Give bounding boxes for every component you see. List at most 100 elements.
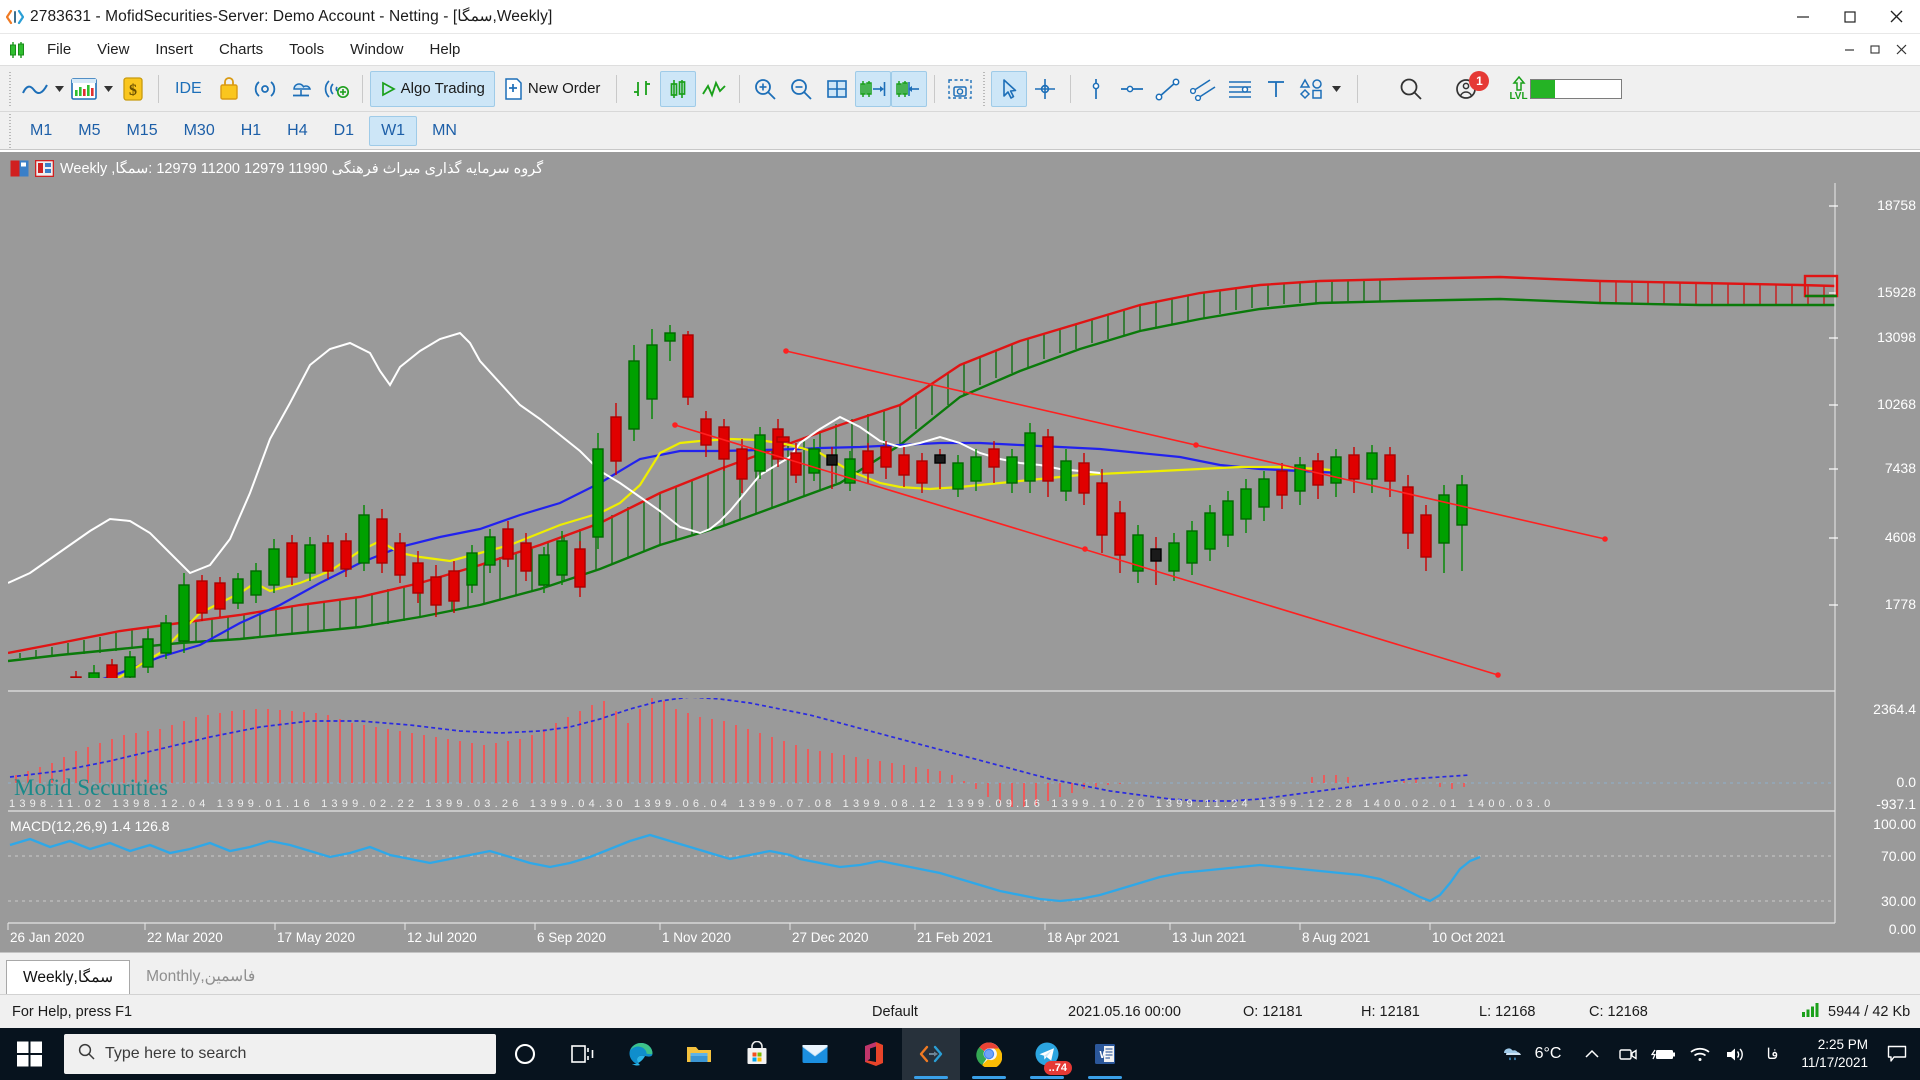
zoom-out-icon[interactable] (783, 71, 819, 107)
toolbar-separator (1070, 74, 1072, 103)
timeframe-d1[interactable]: D1 (323, 117, 365, 145)
trendline-icon[interactable] (1150, 71, 1186, 107)
tile-windows-icon[interactable] (819, 71, 855, 107)
date-tick-10: 8 Aug 2021 (1302, 930, 1371, 945)
price-tick-4608: 4608 (1884, 529, 1916, 545)
timeframe-m5[interactable]: M5 (67, 117, 111, 145)
system-tray: 6°C فا 2:25 PM 11/17/2021 (1493, 1028, 1920, 1080)
mdi-minimize-button[interactable] (1836, 37, 1862, 63)
price-chart-svg (7, 183, 1839, 930)
vertical-line-icon[interactable] (1078, 71, 1114, 107)
file-explorer-icon[interactable] (670, 1028, 728, 1080)
chart-shift-icon[interactable] (891, 70, 928, 107)
timeframe-grip[interactable] (7, 113, 14, 148)
drawing-toolbar-grip[interactable] (981, 71, 989, 106)
weather-widget[interactable]: 6°C (1493, 1041, 1574, 1068)
word-icon[interactable]: W (1076, 1028, 1134, 1080)
status-datetime: 2021.05.16 00:00 (1068, 1003, 1181, 1020)
chart-window-dropdown-caret-icon[interactable] (102, 85, 115, 92)
algo-trading-button[interactable]: Algo Trading (369, 70, 495, 107)
clock[interactable]: 2:25 PM 11/17/2021 (1791, 1036, 1878, 1072)
shapes-dropdown-caret-icon[interactable] (1330, 85, 1343, 92)
price-tick-1778: 1778 (1884, 596, 1916, 612)
chart-area[interactable]: گروه سرمایه گذاری میراث فرهنگی 11990 129… (0, 152, 1920, 981)
cursor-icon[interactable] (991, 70, 1028, 107)
shapes-icon[interactable] (1294, 71, 1330, 107)
wifi-icon[interactable] (1683, 1028, 1717, 1080)
menu-item-view[interactable]: View (84, 38, 142, 61)
microsoft-store-icon[interactable] (728, 1028, 786, 1080)
line-mode-icon[interactable] (696, 71, 732, 107)
timeframe-toolbar: M1 M5 M15 M30 H1 H4 D1 W1 MN (0, 112, 1920, 150)
algo-trading-label: Algo Trading (400, 80, 485, 97)
edge-icon[interactable] (612, 1028, 670, 1080)
timeframe-h4[interactable]: H4 (276, 117, 318, 145)
mail-icon[interactable] (786, 1028, 844, 1080)
volume-icon[interactable] (1719, 1028, 1753, 1080)
date-tick-0: 26 Jan 2020 (10, 930, 85, 945)
menu-item-tools[interactable]: Tools (276, 38, 337, 61)
toolbar-grip[interactable] (7, 71, 14, 106)
mdi-close-button[interactable] (1888, 37, 1914, 63)
screenshot-icon[interactable] (942, 71, 978, 107)
timeframe-w1[interactable]: W1 (369, 115, 418, 146)
search-icon[interactable] (1393, 71, 1429, 107)
signal-strength-icon (1802, 1002, 1821, 1021)
menu-item-charts[interactable]: Charts (206, 38, 276, 61)
timeframe-m1[interactable]: M1 (19, 117, 63, 145)
price-tick-13098: 13098 (1877, 329, 1916, 345)
menu-item-window[interactable]: Window (337, 38, 416, 61)
zoom-in-icon[interactable] (747, 71, 783, 107)
signals-icon[interactable] (247, 71, 283, 107)
close-button[interactable] (1873, 0, 1920, 34)
chart-tab-weekly[interactable]: سمگا,Weekly (6, 960, 131, 995)
mdi-restore-button[interactable] (1862, 37, 1888, 63)
copy-trading-icon[interactable] (319, 71, 355, 107)
chrome-icon[interactable] (960, 1028, 1018, 1080)
chart-tab-monthly[interactable]: فاسمین,Monthly (130, 960, 271, 994)
ide-button[interactable]: IDE (166, 71, 211, 107)
candlestick-chart-icon[interactable] (660, 70, 697, 107)
notifications-icon[interactable]: 1 (1449, 70, 1490, 107)
maximize-button[interactable] (1826, 0, 1873, 34)
vps-cloud-icon[interactable] (283, 71, 319, 107)
line-chart-icon[interactable] (17, 71, 53, 107)
timeframe-mn[interactable]: MN (421, 117, 468, 145)
menu-item-insert[interactable]: Insert (142, 38, 206, 61)
market-bag-icon[interactable] (211, 71, 247, 107)
crosshair-icon[interactable] (1027, 71, 1063, 107)
metatrader-icon[interactable] (902, 1028, 960, 1080)
language-indicator[interactable]: فا (1755, 1028, 1789, 1080)
persian-date-strip: 1398.11.02 1398.12.04 1399.01.16 1399.02… (9, 798, 1554, 810)
bar-chart-icon[interactable] (624, 71, 660, 107)
camera-privacy-icon[interactable] (1611, 1028, 1645, 1080)
cortana-icon[interactable] (496, 1028, 554, 1080)
minimize-button[interactable] (1779, 0, 1826, 34)
menu-item-file[interactable]: File (34, 38, 84, 61)
status-profile[interactable]: Default (860, 995, 1056, 1029)
battery-icon[interactable] (1647, 1028, 1681, 1080)
broker-watermark: Mofid Securities (14, 775, 168, 800)
horizontal-line-icon[interactable] (1114, 71, 1150, 107)
chart-window-icon[interactable] (66, 71, 102, 107)
line-chart-dropdown-caret-icon[interactable] (53, 85, 66, 92)
dollar-icon[interactable]: $ (115, 71, 151, 107)
search-input[interactable]: Type here to search (64, 1034, 496, 1074)
telegram-badge: ..74 (1043, 1061, 1072, 1075)
timeframe-m15[interactable]: M15 (115, 117, 168, 145)
task-view-icon[interactable] (554, 1028, 612, 1080)
new-order-button[interactable]: New Order (495, 71, 610, 107)
date-tick-11: 10 Oct 2021 (1432, 930, 1506, 945)
channel-icon[interactable] (1186, 71, 1222, 107)
timeframe-m30[interactable]: M30 (173, 117, 226, 145)
fibonacci-icon[interactable] (1222, 71, 1258, 107)
menu-item-help[interactable]: Help (417, 38, 474, 61)
telegram-icon[interactable]: ..74 (1018, 1028, 1076, 1080)
start-button[interactable] (0, 1028, 60, 1080)
scroll-end-icon[interactable] (855, 70, 892, 107)
office-icon[interactable] (844, 1028, 902, 1080)
text-icon[interactable] (1258, 71, 1294, 107)
timeframe-h1[interactable]: H1 (230, 117, 272, 145)
notification-center-icon[interactable] (1880, 1028, 1914, 1080)
show-hidden-icons-chevron-icon[interactable] (1575, 1028, 1609, 1080)
